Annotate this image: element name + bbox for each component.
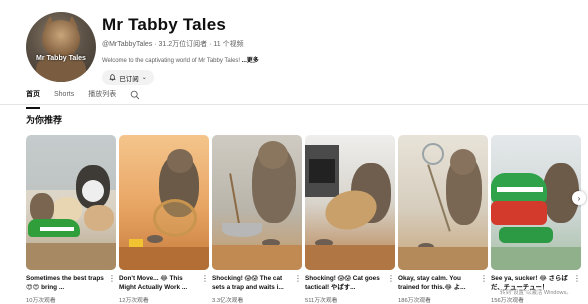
thumb-cat-head xyxy=(450,149,476,175)
thumb-croc-teeth xyxy=(497,187,543,192)
thumb-floor xyxy=(305,245,395,270)
windows-activation-watermark: 转到"设置"以激活 Windows。 xyxy=(500,290,572,296)
more-link[interactable]: ...更多 xyxy=(242,58,259,64)
channel-description[interactable]: Welcome to the captivating world of Mr T… xyxy=(102,55,259,64)
video-card[interactable]: See ya, sucker! 😂 さらば だ、チューチュー！ 156万次观看 … xyxy=(491,135,581,304)
thumb-puppy xyxy=(84,205,114,231)
video-card[interactable]: Shocking! 😱😱 Cat goes tactical! やばす... 5… xyxy=(305,135,395,304)
more-options-icon[interactable]: ⋮ xyxy=(201,275,209,283)
subscribed-label: 已订阅 xyxy=(119,75,139,83)
more-options-icon[interactable]: ⋮ xyxy=(108,275,116,283)
thumb-oven-door xyxy=(309,159,335,183)
thumb-basket xyxy=(153,199,197,237)
video-thumbnail[interactable] xyxy=(212,135,302,270)
video-card[interactable]: Don't Move... 😂 This Might Actually Work… xyxy=(119,135,209,304)
video-views: 10万次观看 xyxy=(26,298,56,304)
more-options-icon[interactable]: ⋮ xyxy=(294,275,302,283)
avatar-cat-head xyxy=(42,20,80,58)
video-thumbnail[interactable] xyxy=(491,135,581,270)
channel-description-text: Welcome to the captivating world of Mr T… xyxy=(102,58,242,64)
more-options-icon[interactable]: ⋮ xyxy=(480,275,488,283)
more-options-icon[interactable]: ⋮ xyxy=(387,275,395,283)
video-title[interactable]: Sometimes the best traps 😍😍 bring ... xyxy=(26,275,116,292)
video-thumbnail[interactable] xyxy=(119,135,209,270)
channel-name: Mr Tabby Tales xyxy=(102,15,227,34)
avatar-logo-text: Mr Tabby Tales xyxy=(36,55,86,62)
video-card[interactable]: Sometimes the best traps 😍😍 bring ... 10… xyxy=(26,135,116,304)
bell-icon xyxy=(109,74,116,81)
channel-header: Mr Tabby Tales Mr Tabby Tales @MrTabbyTa… xyxy=(26,12,259,85)
chevron-right-icon[interactable]: › xyxy=(572,191,586,205)
thumb-croc-base xyxy=(499,227,553,243)
thumb-floor xyxy=(491,247,581,270)
video-title[interactable]: Don't Move... 😂 This Might Actually Work… xyxy=(119,275,209,292)
more-options-icon[interactable]: ⋮ xyxy=(573,275,581,283)
thumb-cheese xyxy=(129,239,143,247)
channel-meta: @MrTabbyTales · 31.2万位订阅者 · 11 个视频 xyxy=(102,41,244,48)
thumb-floor xyxy=(26,243,116,270)
thumb-husky-face xyxy=(82,180,104,202)
thumb-floor xyxy=(398,247,488,270)
channel-info: Mr Tabby Tales @MrTabbyTales · 31.2万位订阅者… xyxy=(102,12,259,85)
video-thumbnail[interactable] xyxy=(305,135,395,270)
video-card[interactable]: Okay, stay calm. You trained for this.😂 … xyxy=(398,135,488,304)
chevron-down-icon: ⌄ xyxy=(141,75,147,81)
thumb-croc-teeth xyxy=(40,227,74,231)
video-thumbnail[interactable] xyxy=(398,135,488,270)
search-icon[interactable] xyxy=(130,90,140,100)
video-views: 12万次观看 xyxy=(119,298,149,304)
subscribed-button[interactable]: 已订阅 ⌄ xyxy=(102,70,154,85)
thumb-stick xyxy=(229,173,241,229)
video-title[interactable]: Shocking! 😱😱 Cat goes tactical! やばす... xyxy=(305,275,395,292)
thumb-bowl-trap xyxy=(222,223,262,237)
video-title[interactable]: Okay, stay calm. You trained for this.😂 … xyxy=(398,275,488,292)
video-views: 186万次观看 xyxy=(398,298,431,304)
thumb-croc-mouth xyxy=(491,201,547,225)
thumb-mouse xyxy=(147,235,163,243)
section-title: 为你推荐 xyxy=(26,115,63,125)
thumb-cat-head xyxy=(258,141,288,169)
video-title[interactable]: Shocking! 😱😱 The cat sets a trap and wai… xyxy=(212,275,302,292)
video-views: 156万次观看 xyxy=(491,298,524,304)
video-card[interactable]: Shocking! 😱😱 The cat sets a trap and wai… xyxy=(212,135,302,304)
channel-avatar[interactable]: Mr Tabby Tales xyxy=(26,12,96,82)
thumb-floor xyxy=(119,247,209,270)
thumb-net xyxy=(422,143,444,165)
video-views: 511万次观看 xyxy=(305,298,338,304)
thumb-cat-head xyxy=(167,149,193,173)
video-thumbnail[interactable] xyxy=(26,135,116,270)
tabs-divider xyxy=(0,104,588,105)
shorts-row: Sometimes the best traps 😍😍 bring ... 10… xyxy=(26,135,581,304)
thumb-floor xyxy=(212,245,302,270)
video-views: 3.3亿次观看 xyxy=(212,298,244,304)
